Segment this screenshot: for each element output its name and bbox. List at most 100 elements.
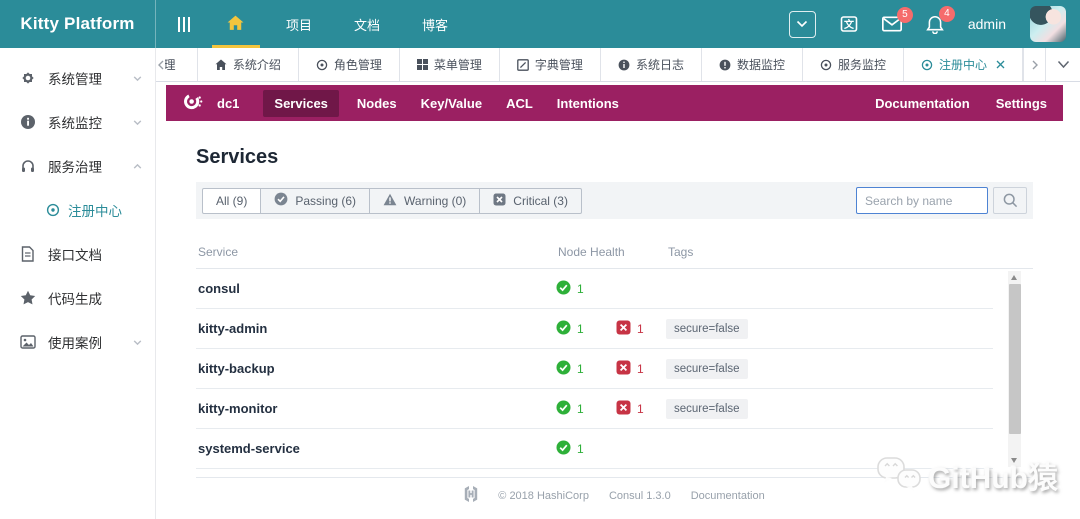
- page-title: Services: [196, 146, 279, 168]
- filter-all-button[interactable]: All (9): [202, 187, 262, 214]
- consul-nav-services[interactable]: Services: [263, 89, 339, 117]
- tab-data-monitor[interactable]: 数据监控: [702, 48, 803, 81]
- nav-project-button[interactable]: 项目: [265, 0, 333, 48]
- sidebar-item-service-governance[interactable]: 服务治理: [0, 144, 155, 188]
- filter-warning-button[interactable]: Warning (0): [370, 187, 481, 214]
- nav-blog-button[interactable]: 博客: [401, 0, 469, 48]
- table-row-kitty-admin[interactable]: kitty-admin 1 1 secure=false: [196, 309, 993, 349]
- translate-button[interactable]: 文: [840, 15, 858, 33]
- nav-home-button[interactable]: [206, 0, 265, 48]
- messages-button[interactable]: 5: [881, 7, 913, 32]
- sidebar-item-label: 代码生成: [48, 292, 102, 307]
- chevron-right-icon: [1032, 60, 1038, 69]
- consul-nav-acl[interactable]: ACL: [506, 96, 533, 111]
- tab-scroll-right-button[interactable]: [1023, 48, 1045, 81]
- table-scrollbar[interactable]: [1008, 271, 1021, 467]
- footer-documentation-link[interactable]: Documentation: [691, 490, 765, 502]
- table-row-consul[interactable]: consul 1: [196, 269, 993, 309]
- filter-passing-button[interactable]: Passing (6): [261, 187, 371, 214]
- tab-scroll-left-button[interactable]: [156, 48, 165, 81]
- tab-label: 管理: [165, 56, 175, 73]
- edit-icon: [517, 58, 529, 71]
- search-button[interactable]: [993, 187, 1027, 214]
- consul-nav-nodes[interactable]: Nodes: [357, 96, 397, 111]
- critical-count: 1: [637, 361, 644, 376]
- dropdown-box-button[interactable]: [788, 10, 816, 38]
- warning-triangle-icon: [383, 193, 397, 209]
- search-input[interactable]: [856, 187, 988, 214]
- chevron-down-icon: [132, 73, 143, 84]
- chevron-down-icon: [132, 117, 143, 128]
- notifications-button[interactable]: 4: [926, 5, 955, 34]
- critical-square-icon: [493, 193, 506, 209]
- tab-system-intro[interactable]: 系统介绍: [198, 48, 299, 81]
- table-row-systemd-service[interactable]: systemd-service 1: [196, 429, 993, 469]
- sidebar-item-api-docs[interactable]: 接口文档: [0, 232, 155, 276]
- consul-nav-settings[interactable]: Settings: [996, 96, 1047, 111]
- scrollbar-thumb: [1008, 284, 1021, 434]
- tab-close-icon[interactable]: [996, 60, 1005, 69]
- grid-icon: [416, 59, 428, 70]
- service-name[interactable]: kitty-monitor: [196, 401, 556, 416]
- footer-copyright: © 2018 HashiCorp: [498, 489, 589, 502]
- tab-options-button[interactable]: [1045, 48, 1080, 81]
- tab-role-management[interactable]: 角色管理: [299, 48, 400, 81]
- service-name[interactable]: kitty-admin: [196, 321, 556, 336]
- tab-menu-management[interactable]: 菜单管理: [400, 48, 500, 81]
- sidebar-item-label: 注册中心: [68, 204, 122, 219]
- consul-frame: dc1 Services Nodes Key/Value ACL Intenti…: [156, 82, 1080, 519]
- tag-badge: secure=false: [666, 318, 748, 339]
- critical-icon: [616, 360, 631, 378]
- sidebar-item-label: 系统监控: [48, 116, 102, 131]
- nav-docs-button[interactable]: 文档: [333, 0, 401, 48]
- critical-icon: [616, 320, 631, 338]
- tab-partial[interactable]: 管理: [165, 48, 198, 81]
- sidebar-item-system-management[interactable]: 系统管理: [0, 56, 155, 100]
- sidebar-item-label: 使用案例: [48, 336, 102, 351]
- sidebar-collapse-button[interactable]: [162, 0, 206, 48]
- consul-nav-intentions[interactable]: Intentions: [557, 96, 619, 111]
- tab-system-log[interactable]: 系统日志: [601, 48, 702, 81]
- table-body: consul 1 kitty-admin 1 1 secure=false ki…: [196, 269, 1033, 469]
- top-header: Kitty Platform 项目 文档 博客 文 5 4 admin: [0, 0, 1080, 48]
- username-label[interactable]: admin: [968, 16, 1006, 32]
- consul-nav-documentation[interactable]: Documentation: [875, 96, 970, 111]
- brand-logo: Kitty Platform: [0, 0, 156, 48]
- consul-nav-keyvalue[interactable]: Key/Value: [421, 96, 482, 111]
- consul-logo-icon[interactable]: [182, 91, 203, 115]
- tab-label: 菜单管理: [433, 58, 482, 72]
- check-circle-icon: [274, 192, 288, 209]
- tab-registry-center[interactable]: 注册中心: [904, 48, 1023, 81]
- avatar[interactable]: [1030, 6, 1066, 42]
- sidebar-item-use-cases[interactable]: 使用案例: [0, 320, 155, 364]
- top-nav: 项目 文档 博客: [206, 0, 469, 48]
- tab-label: 系统日志: [635, 58, 684, 72]
- passing-count: 1: [577, 281, 584, 296]
- sidebar-item-system-monitor[interactable]: 系统监控: [0, 100, 155, 144]
- tab-service-monitor[interactable]: 服务监控: [803, 48, 904, 81]
- critical-count: 1: [637, 401, 644, 416]
- passing-icon: [556, 360, 571, 378]
- service-name[interactable]: consul: [196, 281, 556, 296]
- table-row-kitty-backup[interactable]: kitty-backup 1 1 secure=false: [196, 349, 993, 389]
- search-area: [856, 187, 1027, 214]
- service-name[interactable]: kitty-backup: [196, 361, 556, 376]
- service-name[interactable]: systemd-service: [196, 441, 556, 456]
- footer-version: Consul 1.3.0: [608, 489, 671, 502]
- app-window: Kitty Platform 项目 文档 博客 文 5 4 admin 系统管理…: [0, 0, 1080, 519]
- tab-label: 服务监控: [837, 58, 886, 72]
- passing-count: 1: [577, 321, 584, 336]
- consul-dc-selector[interactable]: dc1: [217, 96, 239, 111]
- health-filter-group: All (9) Passing (6) Warning (0) Critical…: [202, 187, 582, 214]
- sidebar-item-code-generator[interactable]: 代码生成: [0, 276, 155, 320]
- passing-icon: [556, 400, 571, 418]
- tab-dict-management[interactable]: 字典管理: [500, 48, 601, 81]
- filter-critical-button[interactable]: Critical (3): [480, 187, 582, 214]
- consul-nav: dc1 Services Nodes Key/Value ACL Intenti…: [166, 85, 1063, 121]
- passing-count: 1: [577, 401, 584, 416]
- eye-icon: [820, 59, 832, 71]
- home-icon: [227, 15, 244, 34]
- tab-label: 注册中心: [938, 58, 987, 72]
- table-row-kitty-monitor[interactable]: kitty-monitor 1 1 secure=false: [196, 389, 993, 429]
- sidebar-item-registry-center[interactable]: 注册中心: [0, 188, 155, 232]
